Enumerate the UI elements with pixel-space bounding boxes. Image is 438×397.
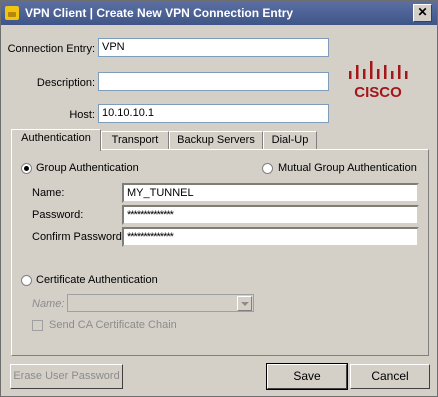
- close-button[interactable]: ✕: [413, 4, 432, 22]
- group-auth-label[interactable]: Group Authentication: [36, 162, 139, 174]
- group-auth-radio[interactable]: [21, 163, 32, 174]
- confirm-password-input[interactable]: **************: [122, 227, 419, 247]
- tab-transport[interactable]: Transport: [101, 131, 169, 150]
- authentication-panel: Group Authentication Mutual Group Authen…: [11, 149, 429, 356]
- password-label: Password:: [32, 209, 84, 221]
- confirm-password-label: Confirm Password:: [32, 231, 125, 243]
- host-label: Host:: [69, 109, 95, 121]
- vpn-entry-dialog: VPN Client | Create New VPN Connection E…: [0, 0, 438, 397]
- tab-authentication[interactable]: Authentication: [11, 129, 101, 151]
- mutual-auth-radio[interactable]: [262, 163, 273, 174]
- cert-name-dropdown[interactable]: [67, 294, 254, 312]
- cisco-logo: CISCO: [349, 61, 408, 101]
- send-ca-checkbox[interactable]: [32, 320, 43, 331]
- connection-entry-input[interactable]: VPN: [98, 38, 329, 57]
- group-name-input[interactable]: MY_TUNNEL: [122, 183, 419, 203]
- tab-dial-up[interactable]: Dial-Up: [263, 131, 317, 150]
- vpn-lock-icon: [5, 6, 19, 20]
- title-bar[interactable]: VPN Client | Create New VPN Connection E…: [1, 1, 437, 25]
- description-label: Description:: [36, 77, 95, 89]
- save-button[interactable]: Save: [266, 363, 348, 390]
- svg-text:CISCO: CISCO: [354, 84, 402, 101]
- send-ca-label: Send CA Certificate Chain: [49, 319, 177, 331]
- chevron-down-icon[interactable]: [237, 296, 252, 311]
- cert-name-label: Name:: [32, 298, 65, 310]
- tab-backup-servers[interactable]: Backup Servers: [169, 131, 263, 150]
- cert-auth-label[interactable]: Certificate Authentication: [36, 274, 158, 286]
- description-input[interactable]: [98, 72, 329, 91]
- password-input[interactable]: **************: [122, 205, 419, 225]
- window-title: VPN Client | Create New VPN Connection E…: [25, 6, 294, 20]
- name-label: Name:: [32, 187, 65, 199]
- cert-auth-radio[interactable]: [21, 275, 32, 286]
- cancel-button[interactable]: Cancel: [350, 364, 430, 389]
- connection-entry-label: Connection Entry:: [7, 43, 95, 55]
- host-input[interactable]: 10.10.10.1: [98, 104, 329, 123]
- mutual-auth-label[interactable]: Mutual Group Authentication: [278, 162, 417, 174]
- erase-password-button[interactable]: Erase User Password: [10, 364, 123, 389]
